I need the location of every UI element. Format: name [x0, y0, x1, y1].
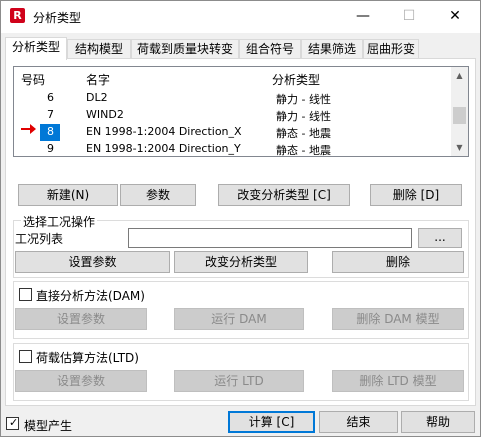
tab-analysis-type[interactable]: 分析类型 — [5, 37, 67, 60]
run-dam-button[interactable]: 运行 DAM — [174, 308, 304, 330]
maximize-button[interactable]: ☐ — [386, 1, 432, 31]
scroll-up-icon[interactable]: ▲ — [451, 67, 468, 84]
case-operations-title: 选择工况操作 — [21, 213, 98, 230]
row-number: 7 — [47, 108, 54, 121]
delete-case-button[interactable]: 删除 [D] — [370, 184, 462, 206]
app-icon: R — [10, 8, 25, 23]
tab-load-to-mass[interactable]: 荷载到质量块转变 — [131, 39, 239, 59]
calculate-button[interactable]: 计算 [C] — [228, 411, 315, 433]
dam-checkbox-label: 直接分析方法(DAM) — [36, 289, 145, 303]
row-type: 静力 - 线性 — [276, 93, 331, 106]
dam-checkbox[interactable] — [19, 288, 32, 301]
column-number-header[interactable]: 号码 — [21, 71, 45, 88]
model-generation-label: 模型产生 — [24, 419, 73, 433]
help-button[interactable]: 帮助 — [401, 411, 475, 433]
tab-strip: 分析类型 结构模型 荷载到质量块转变 组合符号 结果筛选 屈曲形变 — [5, 37, 478, 60]
ltd-checkbox-label: 荷载估算方法(LTD) — [36, 351, 139, 365]
tab-buckling-deformation[interactable]: 屈曲形变 — [363, 39, 419, 59]
list-row[interactable]: 9 EN 1998-1:2004 Direction_Y 静态 - 地震 — [14, 141, 450, 157]
row-name: DL2 — [86, 91, 108, 104]
parameters-button[interactable]: 参数 — [120, 184, 196, 206]
change-analysis-type-button[interactable]: 改变分析类型 [C] — [218, 184, 350, 206]
browse-cases-button[interactable]: ... — [418, 228, 462, 248]
close-dialog-button[interactable]: 结束 — [319, 411, 398, 433]
case-list-label: 工况列表 — [15, 232, 64, 246]
row-name: EN 1998-1:2004 Direction_X — [86, 125, 242, 138]
list-row-selected[interactable]: 8 EN 1998-1:2004 Direction_X 静态 - 地震 — [14, 124, 450, 141]
row-number: 8 — [47, 125, 54, 138]
list-row[interactable]: 6 DL2 静力 - 线性 — [14, 90, 450, 107]
window-title: 分析类型 — [33, 11, 82, 25]
list-vertical-scrollbar[interactable]: ▲ ▼ — [451, 67, 468, 156]
minimize-button[interactable]: — — [340, 1, 386, 31]
column-name-header[interactable]: 名字 — [86, 71, 110, 88]
ltd-checkbox[interactable] — [19, 350, 32, 363]
scroll-down-icon[interactable]: ▼ — [451, 139, 468, 156]
dam-group: 直接分析方法(DAM) 设置参数 运行 DAM 删除 DAM 模型 — [13, 281, 469, 339]
row-type: 静力 - 线性 — [276, 110, 331, 123]
tab-combination-symbols[interactable]: 组合符号 — [239, 39, 301, 59]
analysis-case-list[interactable]: 号码 名字 分析类型 6 DL2 静力 - 线性 7 WIND2 静力 - 线性… — [13, 66, 469, 157]
case-list-input[interactable] — [128, 228, 412, 248]
column-type-header[interactable]: 分析类型 — [272, 71, 320, 88]
row-type: 静态 - 地震 — [276, 127, 331, 140]
list-row[interactable]: 7 WIND2 静力 - 线性 — [14, 107, 450, 124]
case-operations-group: 选择工况操作 工况列表 ... 设置参数 改变分析类型 删除 — [13, 213, 469, 278]
row-name: WIND2 — [86, 108, 124, 121]
title-bar: R 分析类型 — ☐ ✕ — [1, 1, 480, 33]
delete-ltd-model-button[interactable]: 删除 LTD 模型 — [332, 370, 464, 392]
list-header: 号码 名字 分析类型 — [14, 67, 450, 89]
tab-structure-model[interactable]: 结构模型 — [67, 39, 131, 59]
new-case-button[interactable]: 新建(N) — [18, 184, 118, 206]
dam-set-parameters-button[interactable]: 设置参数 — [15, 308, 147, 330]
change-type-button[interactable]: 改变分析类型 — [174, 251, 308, 273]
row-number: 9 — [47, 142, 54, 155]
row-type: 静态 - 地震 — [276, 144, 331, 157]
tab-result-filter[interactable]: 结果筛选 — [301, 39, 363, 59]
checkmark-icon: ✓ — [9, 416, 19, 429]
model-generation-checkbox[interactable]: ✓ — [6, 416, 19, 430]
ltd-group: 荷载估算方法(LTD) 设置参数 运行 LTD 删除 LTD 模型 — [13, 343, 469, 401]
tab-panel-analysis-type: 号码 名字 分析类型 6 DL2 静力 - 线性 7 WIND2 静力 - 线性… — [5, 58, 476, 406]
delete-dam-model-button[interactable]: 删除 DAM 模型 — [332, 308, 464, 330]
close-window-button[interactable]: ✕ — [432, 1, 478, 31]
delete-button[interactable]: 删除 — [332, 251, 464, 273]
row-number: 6 — [47, 91, 54, 104]
analysis-type-dialog: R 分析类型 — ☐ ✕ 分析类型 结构模型 荷载到质量块转变 组合符号 结果筛… — [0, 0, 481, 437]
row-name: EN 1998-1:2004 Direction_Y — [86, 142, 241, 155]
ltd-set-parameters-button[interactable]: 设置参数 — [15, 370, 147, 392]
run-ltd-button[interactable]: 运行 LTD — [174, 370, 304, 392]
scroll-thumb[interactable] — [453, 107, 466, 124]
set-parameters-button[interactable]: 设置参数 — [15, 251, 170, 273]
